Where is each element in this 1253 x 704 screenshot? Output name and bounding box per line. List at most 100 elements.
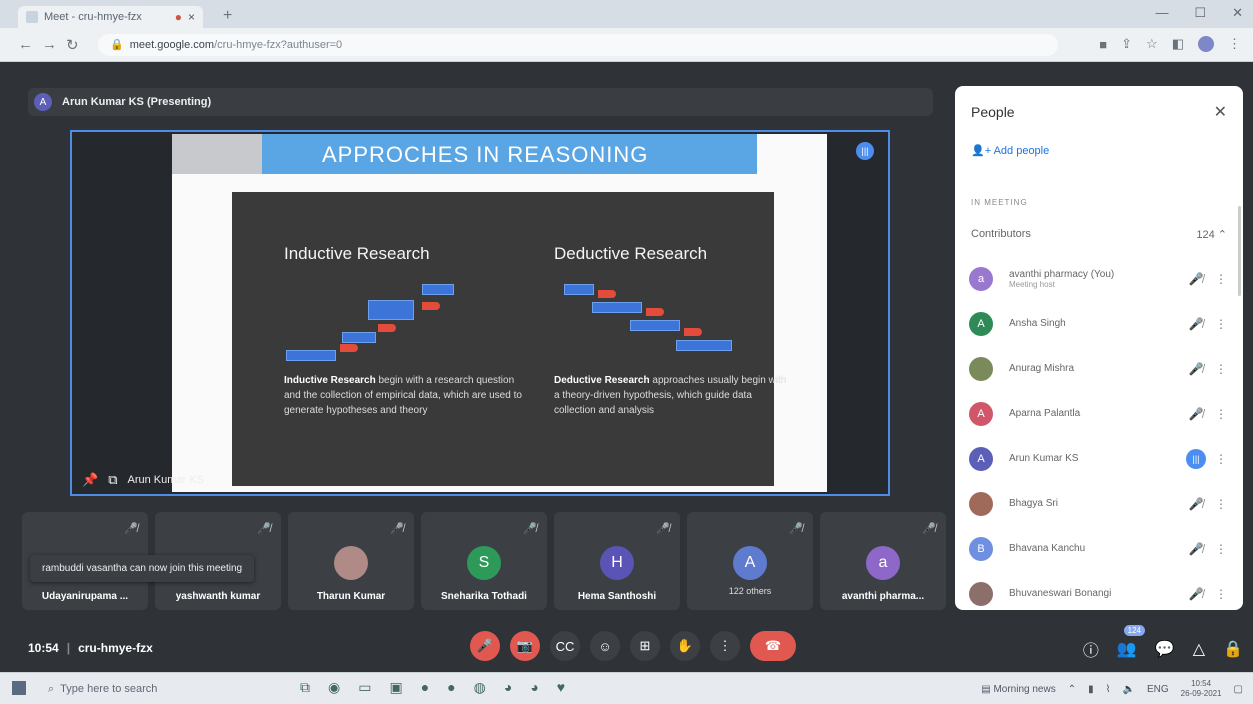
language-indicator[interactable]: ENG: [1147, 684, 1169, 695]
people-list-item[interactable]: Bhagya Sri 🎤̸ ⋮: [969, 481, 1231, 526]
camera-off-button[interactable]: 📷: [510, 631, 540, 661]
network-icon[interactable]: ⌇: [1106, 684, 1111, 695]
host-controls-icon[interactable]: 🔒: [1223, 639, 1243, 659]
participant-tile[interactable]: 🎤̸ A 122 others: [687, 512, 813, 610]
person-avatar: [969, 581, 993, 606]
mic-muted-icon[interactable]: 🎤̸: [1181, 362, 1211, 376]
people-list-item[interactable]: A Aparna Palantla 🎤̸ ⋮: [969, 391, 1231, 436]
meeting-details-icon[interactable]: ⓘ: [1083, 637, 1099, 661]
captions-button[interactable]: CC: [550, 631, 580, 661]
mic-off-button[interactable]: 🎤: [470, 631, 500, 661]
clock-date: 26-09-2021: [1180, 689, 1222, 698]
person-avatar: A: [969, 446, 993, 471]
people-list-item[interactable]: Bhuvaneswari Bonangi 🎤̸ ⋮: [969, 571, 1231, 610]
minimize-button[interactable]: —: [1155, 5, 1168, 21]
mic-muted-icon[interactable]: 🎤̸: [1181, 407, 1211, 421]
speaking-indicator-icon[interactable]: |||: [1186, 448, 1206, 469]
news-widget[interactable]: ▤ Morning news: [981, 684, 1056, 695]
people-list-item[interactable]: a avanthi pharmacy (You) Meeting host 🎤̸ ⋮: [969, 256, 1231, 301]
mic-muted-icon: 🎤̸: [124, 523, 138, 535]
news-icon: ▤: [981, 683, 994, 695]
back-arrow-icon[interactable]: ←: [18, 36, 33, 53]
deductive-column: Deductive Research Deductive Research ap…: [554, 244, 794, 418]
app-icon[interactable]: ●: [421, 679, 429, 696]
tray-chevron-icon[interactable]: ⌃: [1068, 684, 1076, 695]
battery-icon[interactable]: ▮: [1088, 684, 1094, 695]
mic-muted-icon[interactable]: 🎤̸: [1181, 317, 1211, 331]
people-icon[interactable]: 👥: [1117, 639, 1137, 659]
file-explorer-icon[interactable]: ▭: [358, 679, 371, 696]
mic-muted-icon[interactable]: 🎤̸: [1181, 587, 1211, 601]
person-more-options-icon[interactable]: ⋮: [1211, 452, 1231, 466]
edge-icon[interactable]: ◉: [328, 679, 340, 696]
bookmark-star-icon[interactable]: ☆: [1146, 36, 1158, 52]
deductive-step-3: [630, 320, 680, 331]
tab-close-button[interactable]: ×: [188, 10, 195, 24]
presentation-stage[interactable]: APPROCHES IN REASONING Inductive Researc…: [70, 130, 890, 496]
mic-muted-icon[interactable]: 🎤̸: [1181, 542, 1211, 556]
presenter-label: Arun Kumar KS (Presenting): [62, 96, 212, 108]
person-more-options-icon[interactable]: ⋮: [1211, 272, 1231, 286]
taskbar-apps: ⧉ ◉ ▭ ▣ ● ● ◍ ◕ ◕ ♥: [300, 679, 565, 696]
maximize-button[interactable]: ☐: [1194, 5, 1206, 21]
person-more-options-icon[interactable]: ⋮: [1211, 407, 1231, 421]
presenter-bar: A Arun Kumar KS (Presenting): [28, 88, 933, 116]
people-list-item[interactable]: Anurag Mishra 🎤̸ ⋮: [969, 346, 1231, 391]
chrome-icon[interactable]: ◕: [504, 679, 512, 696]
url-field[interactable]: 🔒 meet.google.com/cru-hmye-fzx?authuser=0: [98, 34, 1058, 56]
collapse-chevron-icon[interactable]: ⌃: [1218, 229, 1227, 241]
divider: |: [66, 641, 71, 655]
reload-icon[interactable]: ↻: [66, 36, 79, 54]
participant-avatar: [334, 546, 368, 580]
people-list-item[interactable]: A Arun Kumar KS ||| ⋮: [969, 436, 1231, 481]
raise-hand-button[interactable]: ✋: [670, 631, 700, 661]
camera-indicator-icon[interactable]: ■: [1099, 37, 1107, 52]
person-more-options-icon[interactable]: ⋮: [1211, 587, 1231, 601]
more-options-button[interactable]: ⋮: [710, 631, 740, 661]
task-view-icon[interactable]: ⧉: [300, 679, 310, 696]
taskbar-search[interactable]: ⌕ Type here to search: [48, 679, 278, 699]
participant-tile[interactable]: 🎤̸ S Sneharika Tothadi: [421, 512, 547, 610]
profile-avatar[interactable]: [1198, 36, 1214, 52]
leave-call-button[interactable]: ☎: [750, 631, 796, 661]
panel-scrollbar[interactable]: [1238, 206, 1241, 296]
menu-kebab-icon[interactable]: ⋮: [1228, 36, 1241, 52]
app-icon[interactable]: ◍: [474, 679, 486, 696]
app-icon[interactable]: ●: [447, 679, 455, 696]
person-name-block: Bhavana Kanchu: [1009, 543, 1181, 554]
chat-icon[interactable]: 💬: [1155, 639, 1175, 659]
activities-icon[interactable]: △: [1193, 639, 1205, 659]
mic-muted-icon[interactable]: 🎤̸: [1181, 497, 1211, 511]
window-close-button[interactable]: ✕: [1232, 5, 1243, 21]
participant-tile[interactable]: 🎤̸ Tharun Kumar: [288, 512, 414, 610]
deductive-diagram: [554, 278, 794, 373]
share-icon[interactable]: ⇪: [1121, 36, 1132, 52]
extensions-icon[interactable]: ◧: [1172, 36, 1184, 52]
volume-icon[interactable]: 🔈: [1123, 684, 1135, 695]
participant-tile[interactable]: 🎤̸ H Hema Santhoshi: [554, 512, 680, 610]
emoji-reaction-button[interactable]: ☺: [590, 631, 620, 661]
participant-tile[interactable]: 🎤̸ a avanthi pharma...: [820, 512, 946, 610]
pin-icon[interactable]: 📌: [82, 472, 98, 488]
chrome-icon[interactable]: ◕: [530, 679, 538, 696]
people-list-item[interactable]: A Ansha Singh 🎤̸ ⋮: [969, 301, 1231, 346]
present-screen-icon[interactable]: ⧉: [108, 472, 117, 488]
person-more-options-icon[interactable]: ⋮: [1211, 362, 1231, 376]
contributors-section[interactable]: Contributors 124 ⌃: [971, 228, 1227, 241]
add-people-button[interactable]: 👤+ Add people: [971, 144, 1049, 157]
panel-close-button[interactable]: ✕: [1214, 102, 1227, 122]
present-now-button[interactable]: ⊞: [630, 631, 660, 661]
person-more-options-icon[interactable]: ⋮: [1211, 317, 1231, 331]
mic-muted-icon[interactable]: 🎤̸: [1181, 272, 1211, 286]
browser-tab[interactable]: Meet - cru-hmye-fzx ● ×: [18, 6, 203, 28]
windows-start-icon[interactable]: [12, 681, 26, 695]
notification-icon[interactable]: ▢: [1234, 684, 1243, 695]
new-tab-button[interactable]: +: [223, 7, 232, 25]
person-more-options-icon[interactable]: ⋮: [1211, 497, 1231, 511]
store-icon[interactable]: ▣: [389, 679, 402, 696]
people-list-item[interactable]: B Bhavana Kanchu 🎤̸ ⋮: [969, 526, 1231, 571]
clock[interactable]: 10:54 26-09-2021: [1181, 679, 1222, 699]
person-more-options-icon[interactable]: ⋮: [1211, 542, 1231, 556]
forward-arrow-icon[interactable]: →: [42, 36, 57, 53]
app-icon[interactable]: ♥: [557, 679, 565, 696]
